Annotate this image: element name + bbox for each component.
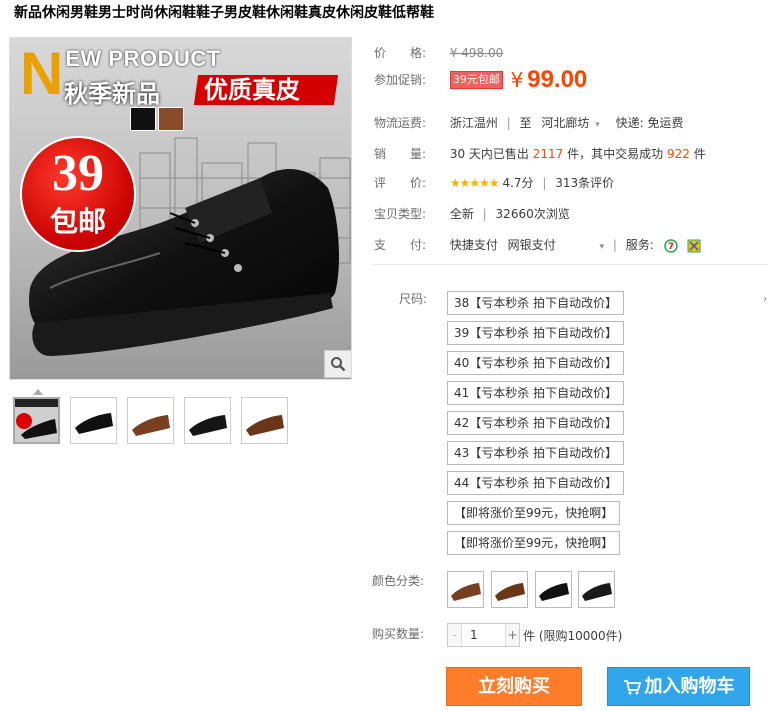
thumb-shoe-image [75,413,113,434]
thumb-shoe-image [132,415,170,436]
size-option-43[interactable]: 43【亏本秒杀 拍下自动改价】 [447,441,625,465]
color-option-brown-2[interactable] [491,571,528,608]
quantity-input[interactable] [462,624,505,646]
payment-method-1: 快捷支付 [449,238,498,252]
magnifier-icon [331,357,346,372]
currency-symbol: ¥ [510,68,524,92]
quantity-limit-text: 件 (限购10000件) [523,629,623,643]
thumb-shoe-image [189,415,227,436]
thumb-shoe-image [15,399,58,442]
rating-label: 评 价: [374,176,427,190]
buy-now-button[interactable]: 立刻购买 [446,667,582,706]
quantity-label: 购买数量: [372,627,425,641]
size-option-39[interactable]: 39【亏本秒杀 拍下自动改价】 [447,321,625,345]
sales-label: 销 量: [374,147,427,161]
thumbnail-1[interactable] [13,397,60,444]
thumbnail-strip [13,397,288,444]
shoe-color-image [582,583,612,601]
price-label: 价 格: [374,46,427,60]
view-count: 32660次浏览 [495,207,570,221]
item-type-label: 宝贝类型: [374,207,427,221]
thumbnail-2[interactable] [70,397,117,444]
product-title: 新品休闲男鞋男士时尚休闲鞋鞋子男皮鞋休闲鞋真皮休闲皮鞋低帮鞋 [14,5,434,21]
caret-down-icon[interactable]: ▾ [595,120,600,130]
star-rating-icon: ★★★★★ [449,176,500,190]
success-count: 922 [666,147,690,161]
sales-suffix: 件 [693,147,706,161]
badge-text: 包邮 [49,205,106,238]
badge-number: 39 [52,145,104,202]
chevron-right-icon[interactable]: › [763,292,767,305]
shoe-color-image [451,583,481,601]
ship-to-word: 至 [519,116,532,130]
shipping-label: 物流运费: [374,116,427,130]
caret-down-icon[interactable]: ▾ [600,242,605,252]
guarantee-icon[interactable] [687,239,701,253]
service-label: 服务: [625,238,654,252]
quantity-increment-button[interactable]: + [505,624,519,646]
sales-mid: 件，其中交易成功 [567,147,664,161]
sales-row: 销 量: 30 天内已售出 2117 件，其中交易成功 922 件 [374,145,706,162]
quantity-decrement-button[interactable]: - [448,624,462,646]
seven-day-return-icon[interactable]: 7 [663,238,678,253]
price-row: 价 格: ¥ 498.00 [374,44,503,61]
thumb-shoe-image [246,415,284,436]
payment-label: 支 付: [374,238,427,252]
review-count-link[interactable]: 313条评价 [555,176,614,190]
size-option-price-rise-2[interactable]: 【即将涨价至99元，快抢啊】 [447,531,621,555]
payment-method-2: 网银支付 [507,238,556,252]
add-to-cart-label: 加入购物车 [644,676,735,697]
color-option-brown-1[interactable] [447,571,484,608]
payment-row: 支 付: 快捷支付 网银支付 ▾ | 服务: 7 [374,236,701,253]
size-option-41[interactable]: 41【亏本秒杀 拍下自动改价】 [447,381,625,405]
express-fee: 快递: 免运费 [615,116,684,130]
thumbnail-3[interactable] [127,397,174,444]
size-option-42[interactable]: 42【亏本秒杀 拍下自动改价】 [447,411,625,435]
section-divider [372,264,768,265]
shoe-color-image [539,583,569,601]
rating-score: 4.7分 [502,176,534,190]
size-option-40[interactable]: 40【亏本秒杀 拍下自动改价】 [447,351,625,375]
promo-label: 参加促销: [374,72,427,87]
main-product-image[interactable]: N EW PRODUCT 秋季新品 优质真皮 39 包邮 [9,37,352,380]
quantity-stepper: - + [447,623,520,647]
rating-row: 评 价: ★★★★★ 4.7分 | 313条评价 [374,176,615,190]
size-option-price-rise-1[interactable]: 【即将涨价至99元，快抢啊】 [447,501,621,525]
promo-tag[interactable]: 39元包邮 [449,71,503,89]
item-type-row: 宝贝类型: 全新 | 32660次浏览 [374,207,570,221]
ship-from: 浙江温州 [449,116,498,130]
svg-text:7: 7 [667,242,673,252]
cart-icon [623,679,641,694]
original-price: ¥ 498.00 [449,46,504,60]
color-option-black-2[interactable] [578,571,615,608]
promo-row: 参加促销: 39元包邮 ¥ 99.00 [374,66,587,94]
add-to-cart-button[interactable]: 加入购物车 [607,667,750,706]
ship-to-location[interactable]: 河北廊坊 [541,116,589,130]
active-thumb-caret [33,389,43,395]
sales-prefix: 30 天内已售出 [449,147,529,161]
item-condition: 全新 [449,207,474,221]
color-option-black-1[interactable] [535,571,572,608]
promo-price: 99.00 [527,66,588,93]
shoe-color-image [495,583,525,601]
size-option-38[interactable]: 38【亏本秒杀 拍下自动改价】 [447,291,625,315]
thumbnail-5[interactable] [241,397,288,444]
color-label: 颜色分类: [372,574,425,588]
thumbnail-4[interactable] [184,397,231,444]
sold-count: 2117 [532,147,564,161]
size-option-44[interactable]: 44【亏本秒杀 拍下自动改价】 [447,471,625,495]
zoom-button[interactable] [324,350,351,378]
shipping-row: 物流运费: 浙江温州 | 至 河北廊坊 ▾ 快递: 免运费 [374,116,684,130]
size-label: 尺码: [399,292,428,306]
